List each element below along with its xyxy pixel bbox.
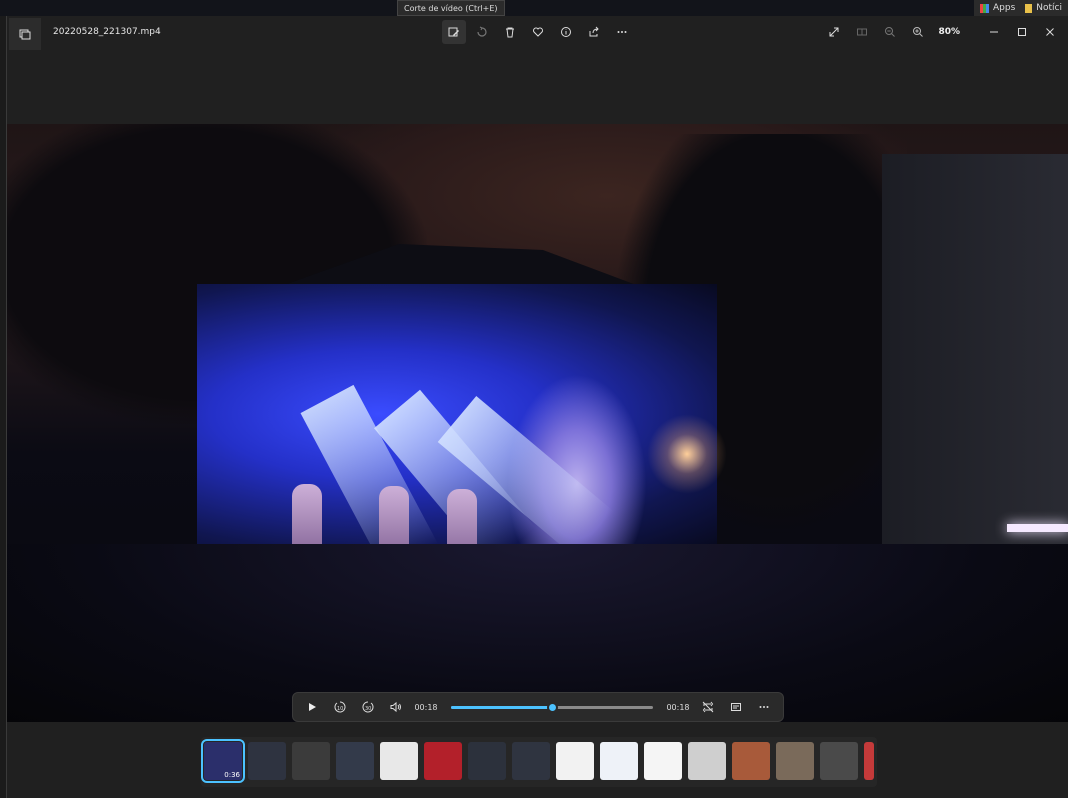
more-options-button[interactable] bbox=[610, 20, 634, 44]
minimize-icon bbox=[990, 31, 998, 33]
thumbnail[interactable] bbox=[600, 742, 638, 780]
side-light bbox=[1007, 524, 1068, 532]
favorite-heart-icon bbox=[533, 27, 543, 37]
more-icon bbox=[759, 706, 769, 708]
current-time: 00:18 bbox=[414, 702, 438, 712]
skip-forward-30-icon: 30 bbox=[362, 701, 374, 713]
zoom-in-button[interactable] bbox=[906, 20, 930, 44]
rotate-button[interactable] bbox=[470, 20, 494, 44]
compare-button[interactable] bbox=[850, 20, 874, 44]
thumbnail[interactable] bbox=[820, 742, 858, 780]
bookmark-note-icon bbox=[1025, 3, 1033, 13]
thumbnail[interactable] bbox=[732, 742, 770, 780]
delete-icon bbox=[506, 27, 514, 38]
share-button[interactable] bbox=[582, 20, 606, 44]
fullscreen-expand-icon bbox=[829, 27, 839, 37]
bookmark-noticias[interactable]: Notíci bbox=[1025, 3, 1062, 13]
seek-bar[interactable] bbox=[451, 701, 653, 713]
skip-back-10-icon: 10 bbox=[334, 701, 346, 713]
duration: 00:18 bbox=[666, 702, 690, 712]
close-button[interactable] bbox=[1038, 20, 1062, 44]
bookmarks-bar: Apps Notíci bbox=[974, 0, 1068, 16]
filmstrip: 0:36 bbox=[7, 722, 1068, 798]
svg-text:10: 10 bbox=[337, 706, 343, 712]
video-trim-icon bbox=[448, 27, 459, 37]
svg-text:30: 30 bbox=[365, 706, 371, 712]
building-wall bbox=[882, 154, 1068, 574]
top-strip bbox=[0, 0, 1068, 16]
thumbnail[interactable] bbox=[864, 742, 874, 780]
volume-icon bbox=[390, 701, 401, 713]
thumbnail[interactable] bbox=[292, 742, 330, 780]
title-bar: 20220528_221307.mp4 Corte de vídeo (Ctrl… bbox=[7, 0, 1068, 50]
favorite-button[interactable] bbox=[526, 20, 550, 44]
fullscreen-button[interactable] bbox=[822, 20, 846, 44]
delete-button[interactable] bbox=[498, 20, 522, 44]
toolbar bbox=[442, 20, 634, 44]
play-icon bbox=[309, 703, 316, 711]
bookmark-apps-label: Apps bbox=[993, 3, 1016, 13]
thumbnail[interactable] bbox=[248, 742, 286, 780]
skip-back-10-button[interactable]: 10 bbox=[329, 696, 351, 718]
thumbnail[interactable] bbox=[336, 742, 374, 780]
repeat-off-icon bbox=[702, 701, 714, 713]
close-icon bbox=[1046, 28, 1054, 36]
bookmark-noticias-label: Notíci bbox=[1036, 3, 1062, 13]
captions-button[interactable] bbox=[725, 696, 747, 718]
thumbnail-duration: 0:36 bbox=[224, 771, 240, 779]
thumbnail[interactable] bbox=[512, 742, 550, 780]
maximize-button[interactable] bbox=[1010, 20, 1034, 44]
thumbnail-list: 0:36 bbox=[201, 739, 874, 783]
zoom-out-button[interactable] bbox=[878, 20, 902, 44]
thumbnail[interactable] bbox=[380, 742, 418, 780]
app-icon[interactable] bbox=[9, 18, 41, 50]
seek-thumb[interactable] bbox=[547, 701, 558, 713]
photos-app-window: 20220528_221307.mp4 Corte de vídeo (Ctrl… bbox=[6, 0, 1068, 798]
warm-spotlight bbox=[647, 414, 727, 494]
tooltip: Corte de vídeo (Ctrl+E) bbox=[397, 0, 505, 16]
thumbnail[interactable] bbox=[468, 742, 506, 780]
video-controls: 10 30 00:18 00:18 bbox=[292, 692, 784, 722]
zoom-out-icon bbox=[885, 27, 896, 37]
play-button[interactable] bbox=[301, 696, 323, 718]
player-more-button[interactable] bbox=[753, 696, 775, 718]
thumbnail-selected[interactable]: 0:36 bbox=[201, 739, 245, 783]
minimize-button[interactable] bbox=[982, 20, 1006, 44]
zoom-level[interactable]: 80% bbox=[938, 27, 960, 37]
seek-progress bbox=[451, 705, 552, 709]
apps-grid-icon bbox=[980, 3, 989, 13]
share-icon bbox=[589, 26, 599, 37]
photos-app-icon bbox=[19, 29, 31, 40]
thumbnail[interactable] bbox=[688, 742, 726, 780]
volume-button[interactable] bbox=[385, 696, 407, 718]
more-icon bbox=[617, 31, 627, 33]
file-name: 20220528_221307.mp4 bbox=[53, 27, 161, 37]
captions-icon bbox=[731, 703, 741, 711]
repeat-button[interactable] bbox=[697, 696, 719, 718]
video-frame[interactable] bbox=[7, 124, 1068, 722]
rotate-icon bbox=[477, 26, 487, 37]
info-icon bbox=[561, 27, 571, 37]
info-button[interactable] bbox=[554, 20, 578, 44]
video-trim-button[interactable] bbox=[442, 20, 466, 44]
thumbnail[interactable] bbox=[424, 742, 462, 780]
bookmark-apps[interactable]: Apps bbox=[980, 3, 1015, 13]
thumbnail[interactable] bbox=[776, 742, 814, 780]
right-tools: 80% bbox=[822, 20, 1062, 44]
skip-forward-30-button[interactable]: 30 bbox=[357, 696, 379, 718]
maximize-icon bbox=[1018, 28, 1026, 36]
compare-icon bbox=[857, 28, 868, 36]
thumbnail[interactable] bbox=[644, 742, 682, 780]
zoom-in-icon bbox=[913, 27, 924, 37]
thumbnail[interactable] bbox=[556, 742, 594, 780]
